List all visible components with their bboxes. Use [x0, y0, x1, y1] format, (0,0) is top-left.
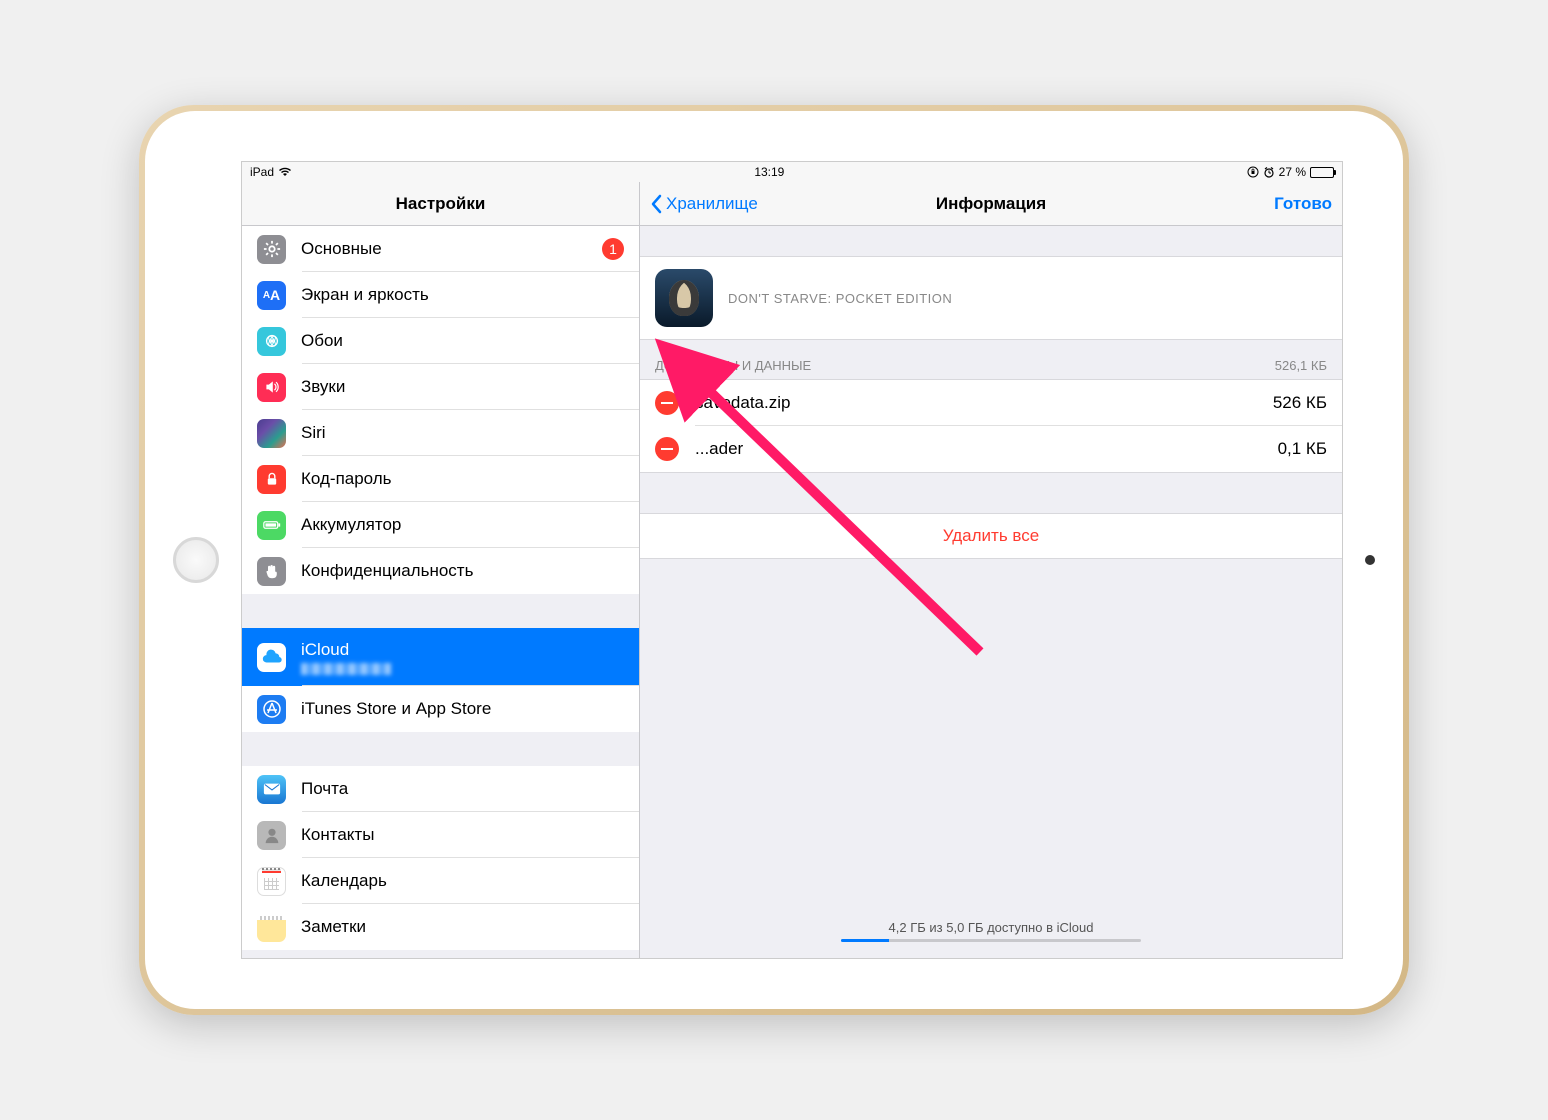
sidebar-item-label: Заметки [301, 917, 366, 937]
sidebar-item-mail[interactable]: Почта [242, 766, 639, 812]
screen: iPad 13:19 27 % [241, 161, 1343, 959]
sidebar-item-battery[interactable]: Аккумулятор [242, 502, 639, 548]
rotation-lock-icon [1247, 166, 1259, 178]
detail-pane: Хранилище Информация Готово DON'T STARVE… [640, 182, 1342, 958]
sidebar-title: Настройки [242, 182, 639, 226]
status-bar: iPad 13:19 27 % [242, 162, 1342, 182]
contacts-icon [257, 821, 286, 850]
text-size-icon: AA [257, 281, 286, 310]
sidebar-item-label: iCloud [301, 640, 391, 660]
sidebar-item-display[interactable]: AA Экран и яркость [242, 272, 639, 318]
notes-icon [257, 913, 286, 942]
front-camera [1365, 555, 1375, 565]
notification-badge: 1 [602, 238, 624, 260]
delete-file-button[interactable] [655, 391, 679, 415]
app-info: DON'T STARVE: POCKET EDITION [640, 256, 1342, 340]
sidebar-item-label: Основные [301, 239, 382, 259]
storage-bar [841, 939, 1141, 942]
sidebar-item-label: Звуки [301, 377, 345, 397]
storage-footer: 4,2 ГБ из 5,0 ГБ доступно в iCloud [640, 910, 1342, 958]
sidebar-item-label: Календарь [301, 871, 387, 891]
sidebar-item-label: Экран и яркость [301, 285, 429, 305]
gear-icon [257, 235, 286, 264]
sidebar-item-general[interactable]: Основные 1 [242, 226, 639, 272]
file-size: 0,1 КБ [1278, 439, 1327, 459]
sidebar-item-icloud[interactable]: iCloud [242, 628, 639, 686]
file-name: savedata.zip [695, 393, 790, 413]
hand-icon [257, 557, 286, 586]
wifi-icon [278, 167, 292, 177]
app-icon [655, 269, 713, 327]
sidebar-item-sounds[interactable]: Звуки [242, 364, 639, 410]
back-label: Хранилище [666, 194, 758, 214]
file-size: 526 КБ [1273, 393, 1327, 413]
sidebar-item-label: Почта [301, 779, 348, 799]
delete-all-button[interactable]: Удалить все [640, 513, 1342, 559]
home-button[interactable] [173, 537, 219, 583]
app-name-label: DON'T STARVE: POCKET EDITION [728, 291, 952, 306]
status-time: 13:19 [292, 165, 1247, 179]
file-name: ...ader [695, 439, 743, 459]
icloud-account-blurred [301, 663, 391, 675]
file-row[interactable]: savedata.zip 526 КБ [640, 380, 1342, 426]
battery-icon [1310, 167, 1334, 178]
sidebar-item-itunes-appstore[interactable]: iTunes Store и App Store [242, 686, 639, 732]
storage-text: 4,2 ГБ из 5,0 ГБ доступно в iCloud [640, 920, 1342, 935]
calendar-icon [257, 867, 286, 896]
battery-icon [257, 511, 286, 540]
sidebar-item-label: Обои [301, 331, 343, 351]
wallpaper-icon [257, 327, 286, 356]
cloud-icon [257, 643, 286, 672]
section-header: ДОКУМЕНТЫ И ДАННЫЕ [655, 358, 811, 373]
status-device-label: iPad [250, 165, 274, 179]
sidebar-item-privacy[interactable]: Конфиденциальность [242, 548, 639, 594]
ipad-frame: iPad 13:19 27 % [139, 105, 1409, 1015]
status-battery-pct: 27 % [1279, 165, 1306, 179]
sidebar-item-label: Siri [301, 423, 326, 443]
detail-header: Хранилище Информация Готово [640, 182, 1342, 226]
sidebar-item-wallpaper[interactable]: Обои [242, 318, 639, 364]
back-button[interactable]: Хранилище [650, 194, 758, 214]
sidebar-item-contacts[interactable]: Контакты [242, 812, 639, 858]
sidebar-item-label: Код-пароль [301, 469, 392, 489]
settings-sidebar: Настройки Основные 1 AA [242, 182, 640, 958]
sidebar-item-label: Конфиденциальность [301, 561, 473, 581]
sound-icon [257, 373, 286, 402]
sidebar-item-calendar[interactable]: Календарь [242, 858, 639, 904]
sidebar-item-label: iTunes Store и App Store [301, 699, 491, 719]
alarm-icon [1263, 166, 1275, 178]
appstore-icon [257, 695, 286, 724]
delete-file-button[interactable] [655, 437, 679, 461]
sidebar-item-passcode[interactable]: Код-пароль [242, 456, 639, 502]
lock-icon [257, 465, 286, 494]
mail-icon [257, 775, 286, 804]
file-row[interactable]: ...ader 0,1 КБ [640, 426, 1342, 472]
section-size: 526,1 КБ [1275, 358, 1327, 373]
done-button[interactable]: Готово [1274, 194, 1332, 214]
sidebar-item-siri[interactable]: Siri [242, 410, 639, 456]
sidebar-item-notes[interactable]: Заметки [242, 904, 639, 950]
sidebar-item-label: Контакты [301, 825, 374, 845]
sidebar-item-label: Аккумулятор [301, 515, 401, 535]
siri-icon [257, 419, 286, 448]
